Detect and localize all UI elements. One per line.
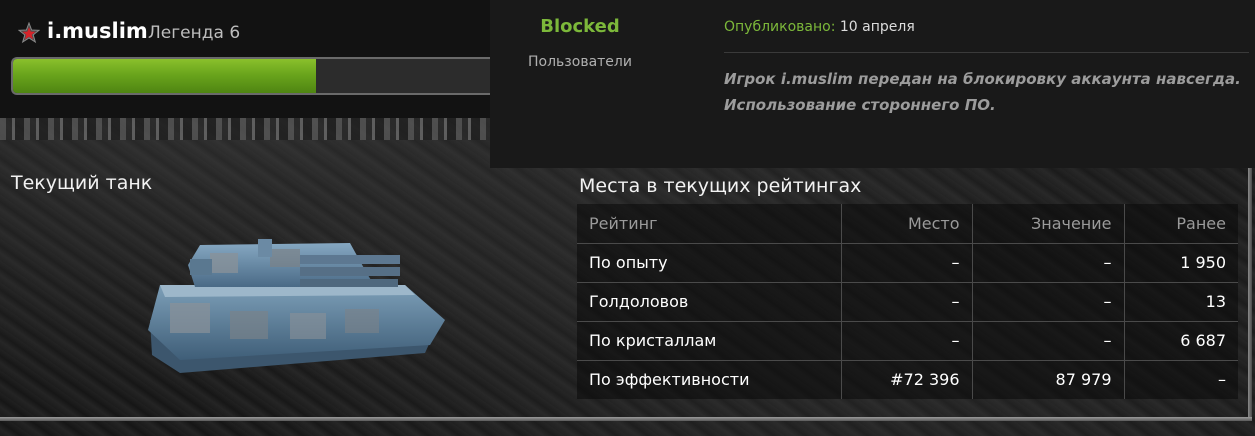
rating-place: – — [840, 243, 972, 283]
column-header-rating[interactable]: Рейтинг — [577, 204, 841, 244]
decorative-strip — [0, 118, 490, 140]
category-label[interactable]: Пользователи — [490, 54, 670, 70]
rating-place: #72 396 — [840, 360, 972, 399]
column-header-place[interactable]: Место — [840, 204, 972, 244]
frame-border-right — [1248, 168, 1252, 421]
frame-border-bottom — [0, 417, 1252, 421]
rank-name: Легенда 6 — [148, 23, 241, 43]
rating-name: Голдоловов — [577, 282, 841, 322]
rating-previous: 1 950 — [1123, 243, 1238, 283]
rating-place: – — [840, 321, 972, 361]
rating-name: По опыту — [577, 243, 841, 283]
rating-value: 87 979 — [971, 360, 1124, 399]
current-tank-title: Текущий танк — [11, 172, 153, 194]
experience-progress-fill — [13, 59, 316, 93]
ratings-table: Рейтинг Место Значение Ранее По опыту – … — [577, 204, 1238, 399]
rating-previous: 13 — [1123, 282, 1238, 322]
rating-previous: – — [1123, 360, 1238, 399]
ratings-title: Места в текущих рейтингах — [579, 175, 862, 197]
ban-notification-popup: Blocked Пользователи Опубликовано: 10 ап… — [490, 0, 1255, 168]
notification-message: Игрок i.muslim передан на блокировку акк… — [724, 70, 1241, 114]
tank-icon — [148, 239, 445, 373]
published-info: Опубликовано: 10 апреля — [724, 19, 915, 35]
divider — [724, 52, 1249, 53]
rating-value: – — [971, 282, 1124, 322]
rating-name: По эффективности — [589, 370, 750, 390]
rating-previous: 6 687 — [1123, 321, 1238, 361]
rating-name: По кристаллам — [577, 321, 841, 361]
table-row: По эффективности #72 396 87 979 – — [577, 360, 1238, 399]
star-rank-icon — [18, 22, 40, 44]
rating-value: – — [971, 321, 1124, 361]
column-header-previous[interactable]: Ранее — [1123, 204, 1238, 244]
table-row: По опыту – – 1 950 — [577, 243, 1238, 283]
experience-progress-bar — [11, 57, 501, 95]
username[interactable]: i.muslim — [47, 19, 148, 43]
rating-value: – — [971, 243, 1124, 283]
rating-place: – — [840, 282, 972, 322]
status-label: Blocked — [540, 16, 620, 37]
table-row: Голдоловов – – 13 — [577, 282, 1238, 322]
column-header-value[interactable]: Значение — [971, 204, 1124, 244]
published-label: Опубликовано: — [724, 19, 836, 35]
table-row: По кристаллам – – 6 687 — [577, 321, 1238, 361]
published-date: 10 апреля — [839, 19, 915, 35]
table-header-row: Рейтинг Место Значение Ранее — [577, 204, 1238, 244]
